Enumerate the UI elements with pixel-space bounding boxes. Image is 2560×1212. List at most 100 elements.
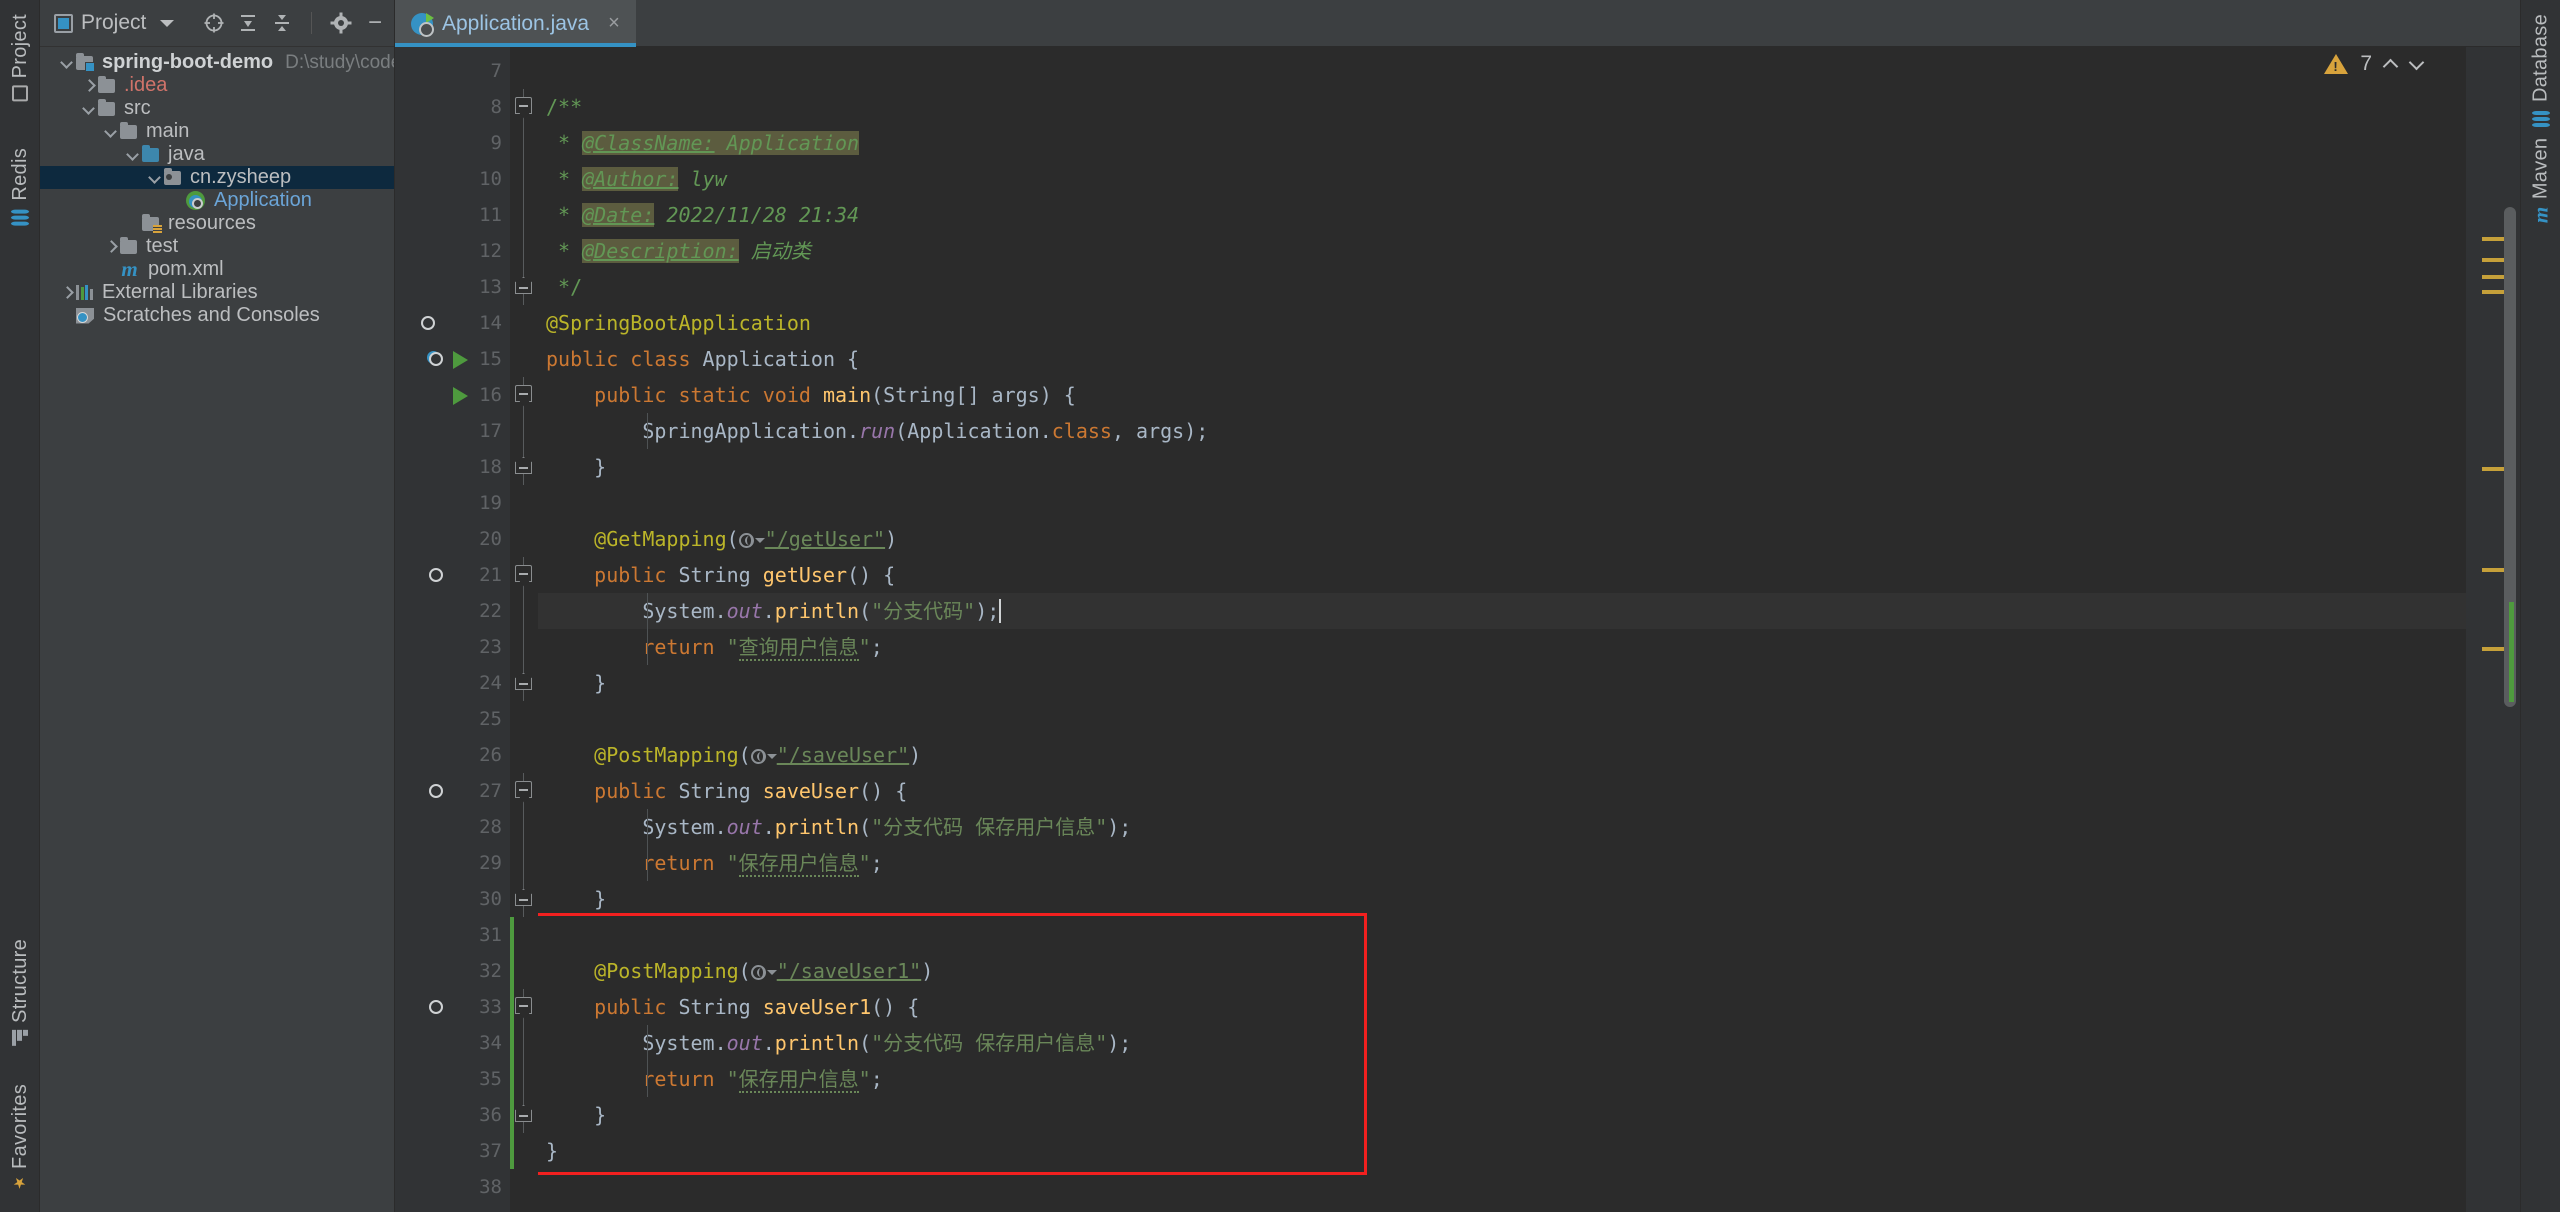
tree-twisty[interactable]	[80, 80, 98, 92]
fold-line-16[interactable]	[510, 377, 538, 413]
gutter-line-30[interactable]: 30	[395, 881, 510, 917]
fold-line-8[interactable]	[510, 89, 538, 125]
code-line-17[interactable]: SpringApplication.run(Application.class,…	[538, 413, 2466, 449]
code-line-33[interactable]: public String saveUser1() {	[538, 989, 2466, 1025]
fold-line-9[interactable]	[510, 125, 538, 161]
fold-line-26[interactable]	[510, 737, 538, 773]
code-line-7[interactable]	[538, 53, 2466, 89]
gutter-line-10[interactable]: 10	[395, 161, 510, 197]
tree-item-external-libraries[interactable]: External Libraries	[40, 281, 394, 304]
chevron-down-icon[interactable]	[149, 172, 161, 184]
fold-end-icon[interactable]	[515, 673, 532, 690]
spring-bean-icon[interactable]	[423, 310, 449, 336]
fold-collapse-icon[interactable]	[515, 565, 532, 582]
chevron-down-icon[interactable]	[160, 20, 174, 27]
tree-item-idea[interactable]: .idea	[40, 74, 394, 97]
fold-line-38[interactable]	[510, 1169, 538, 1205]
gutter-line-17[interactable]: 17	[395, 413, 510, 449]
fold-line-13[interactable]	[510, 269, 538, 305]
fold-line-21[interactable]	[510, 557, 538, 593]
fold-line-17[interactable]	[510, 413, 538, 449]
code-line-18[interactable]: }	[538, 449, 2466, 485]
gutter-line-38[interactable]: 38	[395, 1169, 510, 1205]
fold-end-icon[interactable]	[515, 277, 532, 294]
fold-collapse-icon[interactable]	[515, 385, 532, 402]
code-line-32[interactable]: @PostMapping("/saveUser1")	[538, 953, 2466, 989]
tree-item-application[interactable]: Application	[40, 189, 394, 212]
editor-gutter[interactable]: 7891011121314151617181920212223242526272…	[395, 47, 510, 1212]
fold-line-33[interactable]	[510, 989, 538, 1025]
rail-button-project[interactable]: Project	[9, 6, 32, 109]
chevron-right-icon[interactable]	[83, 80, 95, 92]
code-line-14[interactable]: @SpringBootApplication	[538, 305, 2466, 341]
gutter-line-31[interactable]: 31	[395, 917, 510, 953]
code-line-37[interactable]: }	[538, 1133, 2466, 1169]
fold-line-23[interactable]	[510, 629, 538, 665]
tree-twisty[interactable]	[102, 126, 120, 138]
settings-gear-icon[interactable]	[328, 10, 354, 36]
web-endpoint-icon[interactable]	[751, 749, 766, 764]
hide-panel-icon[interactable]: −	[362, 10, 388, 36]
code-line-15[interactable]: public class Application {	[538, 341, 2466, 377]
fold-line-25[interactable]	[510, 701, 538, 737]
chevron-down-icon[interactable]	[767, 754, 777, 759]
code-line-24[interactable]: }	[538, 665, 2466, 701]
code-text-area[interactable]: /** * @ClassName: Application * @Author:…	[538, 47, 2466, 1212]
gutter-line-36[interactable]: 36	[395, 1097, 510, 1133]
code-line-36[interactable]: }	[538, 1097, 2466, 1133]
fold-line-35[interactable]	[510, 1061, 538, 1097]
code-line-31[interactable]	[538, 917, 2466, 953]
fold-line-12[interactable]	[510, 233, 538, 269]
tree-item-pom-xml[interactable]: mpom.xml	[40, 258, 394, 281]
tree-item-cn-zysheep[interactable]: cn.zysheep	[40, 166, 394, 189]
tree-twisty[interactable]	[146, 172, 164, 184]
gutter-line-34[interactable]: 34	[395, 1025, 510, 1061]
fold-end-icon[interactable]	[515, 1105, 532, 1122]
tree-item-spring-boot-demo[interactable]: spring-boot-demoD:\study\code\gulimall\t…	[40, 51, 394, 74]
gutter-line-11[interactable]: 11	[395, 197, 510, 233]
tree-item-java[interactable]: java	[40, 143, 394, 166]
code-line-9[interactable]: * @ClassName: Application	[538, 125, 2466, 161]
chevron-down-icon[interactable]	[83, 103, 95, 115]
fold-line-14[interactable]	[510, 305, 538, 341]
fold-line-29[interactable]	[510, 845, 538, 881]
gutter-line-12[interactable]: 12	[395, 233, 510, 269]
chevron-down-icon[interactable]	[61, 57, 73, 69]
fold-line-27[interactable]	[510, 773, 538, 809]
fold-line-37[interactable]	[510, 1133, 538, 1169]
code-line-12[interactable]: * @Description: 启动类	[538, 233, 2466, 269]
expand-all-icon[interactable]	[235, 10, 261, 36]
chevron-right-icon[interactable]	[105, 241, 117, 253]
gutter-line-24[interactable]: 24	[395, 665, 510, 701]
gutter-line-15[interactable]: 15	[395, 341, 510, 377]
code-line-35[interactable]: return "保存用户信息";	[538, 1061, 2466, 1097]
code-line-11[interactable]: * @Date: 2022/11/28 21:34	[538, 197, 2466, 233]
previous-problem-icon[interactable]	[2384, 57, 2398, 71]
fold-end-icon[interactable]	[515, 457, 532, 474]
code-line-22[interactable]: System.out.println("分支代码");	[538, 593, 2466, 629]
fold-line-7[interactable]	[510, 53, 538, 89]
fold-collapse-icon[interactable]	[515, 781, 532, 798]
tree-item-src[interactable]: src	[40, 97, 394, 120]
tree-twisty[interactable]	[58, 57, 76, 69]
fold-line-20[interactable]	[510, 521, 538, 557]
code-line-29[interactable]: return "保存用户信息";	[538, 845, 2466, 881]
code-line-25[interactable]	[538, 701, 2466, 737]
gutter-line-23[interactable]: 23	[395, 629, 510, 665]
project-tree[interactable]: spring-boot-demoD:\study\code\gulimall\t…	[40, 47, 394, 327]
tree-item-scratches-and-consoles[interactable]: Scratches and Consoles	[40, 304, 394, 327]
code-line-19[interactable]	[538, 485, 2466, 521]
rail-button-structure[interactable]: Structure	[9, 931, 32, 1054]
gutter-line-32[interactable]: 32	[395, 953, 510, 989]
next-problem-icon[interactable]	[2410, 57, 2424, 71]
tree-item-main[interactable]: main	[40, 120, 394, 143]
code-line-34[interactable]: System.out.println("分支代码 保存用户信息");	[538, 1025, 2466, 1061]
code-line-26[interactable]: @PostMapping("/saveUser")	[538, 737, 2466, 773]
chevron-down-icon[interactable]	[755, 538, 765, 543]
gutter-line-21[interactable]: 21	[395, 557, 510, 593]
fold-line-28[interactable]	[510, 809, 538, 845]
gutter-line-27[interactable]: 27	[395, 773, 510, 809]
fold-line-32[interactable]	[510, 953, 538, 989]
gutter-line-9[interactable]: 9	[395, 125, 510, 161]
gutter-line-14[interactable]: 14	[395, 305, 510, 341]
